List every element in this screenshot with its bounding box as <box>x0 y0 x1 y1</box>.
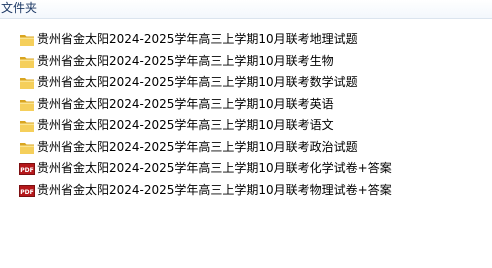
folder-icon <box>19 32 35 48</box>
list-item[interactable]: 贵州省金太阳2024-2025学年高三上学期10月联考政治试题 <box>0 137 492 159</box>
pdf-file-icon: PDF <box>19 161 35 177</box>
item-label: 贵州省金太阳2024-2025学年高三上学期10月联考英语 <box>37 96 334 111</box>
item-label: 贵州省金太阳2024-2025学年高三上学期10月联考化学试卷+答案 <box>37 161 392 175</box>
folder-icon <box>19 118 35 134</box>
folder-icon <box>19 97 35 113</box>
folder-icon <box>19 75 35 91</box>
item-label: 贵州省金太阳2024-2025学年高三上学期10月联考地理试题 <box>37 32 358 46</box>
pdf-icon-text: PDF <box>20 189 33 196</box>
list-item[interactable]: PDF 贵州省金太阳2024-2025学年高三上学期10月联考化学试卷+答案 <box>0 158 492 180</box>
folder-icon <box>19 140 35 156</box>
section-header: 文件夹 <box>0 0 492 19</box>
list-item[interactable]: 贵州省金太阳2024-2025学年高三上学期10月联考生物 <box>0 51 492 73</box>
pdf-file-icon: PDF <box>19 183 35 199</box>
list-item[interactable]: 贵州省金太阳2024-2025学年高三上学期10月联考数学试题 <box>0 72 492 94</box>
item-label: 贵州省金太阳2024-2025学年高三上学期10月联考数学试题 <box>37 75 358 89</box>
list-item[interactable]: 贵州省金太阳2024-2025学年高三上学期10月联考英语 <box>0 94 492 116</box>
item-label: 贵州省金太阳2024-2025学年高三上学期10月联考政治试题 <box>37 139 358 154</box>
item-label: 贵州省金太阳2024-2025学年高三上学期10月联考生物 <box>37 53 334 68</box>
list-item[interactable]: PDF 贵州省金太阳2024-2025学年高三上学期10月联考物理试卷+答案 <box>0 180 492 202</box>
pdf-icon-text: PDF <box>20 167 33 174</box>
file-list: 贵州省金太阳2024-2025学年高三上学期10月联考地理试题 贵州省金太阳20… <box>0 29 492 201</box>
item-label: 贵州省金太阳2024-2025学年高三上学期10月联考物理试卷+答案 <box>37 182 392 197</box>
list-item[interactable]: 贵州省金太阳2024-2025学年高三上学期10月联考语文 <box>0 115 492 137</box>
list-item[interactable]: 贵州省金太阳2024-2025学年高三上学期10月联考地理试题 <box>0 29 492 51</box>
folder-icon <box>19 54 35 70</box>
section-title: 文件夹 <box>1 1 38 15</box>
item-label: 贵州省金太阳2024-2025学年高三上学期10月联考语文 <box>37 118 334 132</box>
